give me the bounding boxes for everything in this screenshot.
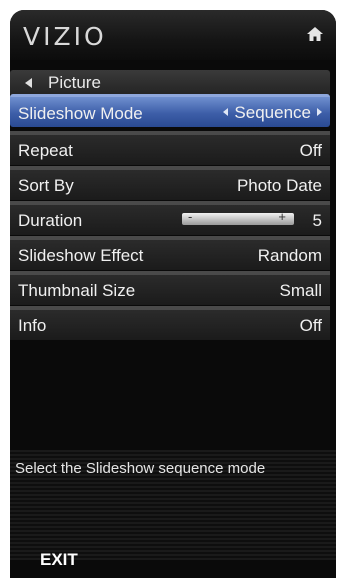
home-icon[interactable] [306,26,324,42]
back-to-picture-button[interactable]: Picture [10,70,330,96]
help-area: Select the Slideshow sequence mode [10,450,336,560]
exit-button[interactable]: EXIT [40,550,78,570]
menu-item-value: Random [257,246,322,265]
menu-item-slideshow-mode[interactable]: Slideshow Mode Sequence [10,94,330,127]
menu-item-repeat[interactable]: Repeat Off [10,131,330,165]
menu-item-sort-by[interactable]: Sort By Photo Date [10,166,330,200]
menu-item-info[interactable]: Info Off [10,306,330,340]
slider-minus-symbol[interactable]: - [188,209,192,224]
menu-item-value: Off [299,316,322,335]
slider-plus-symbol[interactable]: + [278,209,286,224]
menu-item-label: Duration [18,211,83,230]
menu-item-value: Small [279,281,322,300]
menu-item-label: Thumbnail Size [18,281,136,300]
menu-item-label: Slideshow Effect [18,246,144,265]
vizio-menu-panel: VIZIO Picture Slideshow Mode Sequence Re… [10,10,336,578]
menu-item-label: Sort By [18,176,74,195]
menu-item-thumbnail-size[interactable]: Thumbnail Size Small [10,271,330,305]
menu-item-value: Off [299,141,322,160]
back-arrow-icon [25,78,32,88]
duration-slider[interactable]: - + [182,209,294,225]
menu-item-duration[interactable]: Duration - + 5 [10,201,330,235]
menu-item-label: Repeat [18,141,73,160]
menu-item-label: Slideshow Mode [18,104,143,123]
left-arrow-icon[interactable] [223,108,229,116]
menu-item-value[interactable]: Sequence [223,103,322,123]
help-text: Select the Slideshow sequence mode [15,460,266,477]
vizio-logo: VIZIO [23,22,107,51]
menu-header: VIZIO [10,10,336,60]
back-label: Picture [48,73,101,92]
menu-item-slideshow-effect[interactable]: Slideshow Effect Random [10,236,330,270]
menu-item-value: Photo Date [236,176,322,195]
menu-item-value: 5 [312,211,322,230]
right-arrow-icon[interactable] [317,108,322,116]
menu-item-label: Info [18,316,47,335]
